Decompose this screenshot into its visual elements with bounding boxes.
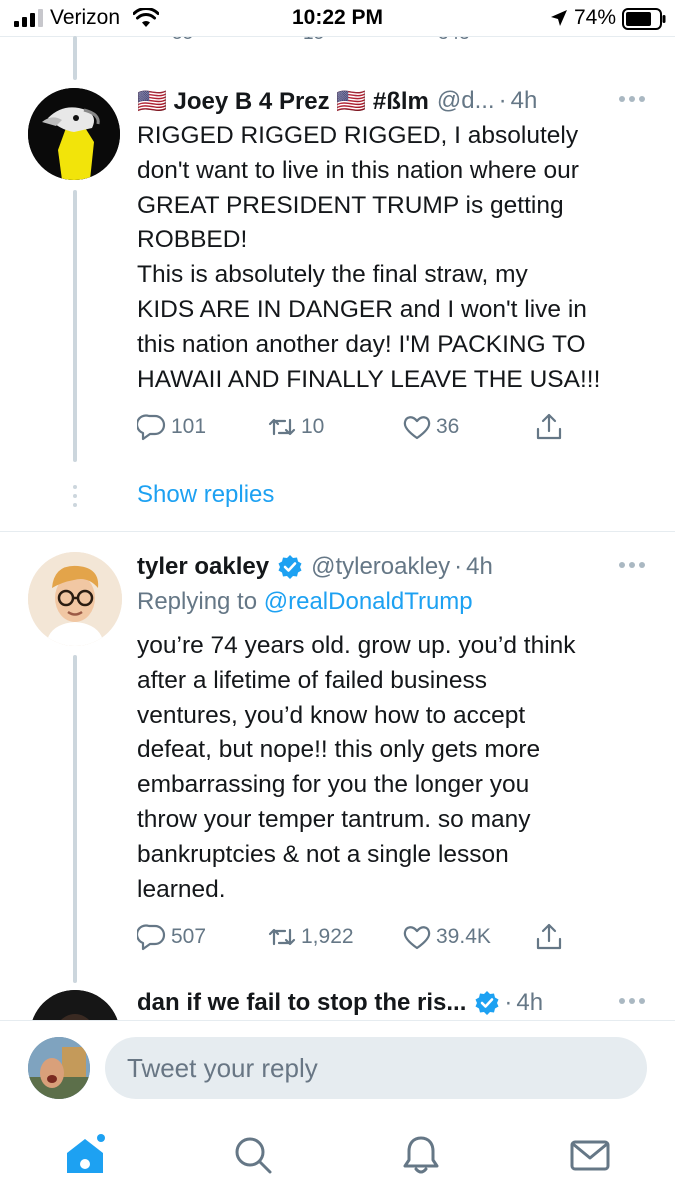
avatar-image bbox=[28, 88, 120, 180]
reply-input-placeholder: Tweet your reply bbox=[127, 1053, 318, 1083]
thread-line-2 bbox=[73, 655, 77, 983]
previous-like-count: 343 bbox=[438, 37, 470, 45]
reply-count: 507 bbox=[171, 925, 207, 948]
avatar[interactable] bbox=[28, 88, 120, 180]
separator-dot: · bbox=[454, 553, 463, 580]
timestamp[interactable]: 4h bbox=[516, 989, 543, 1017]
thread-line-top bbox=[73, 36, 77, 80]
retweet-icon bbox=[268, 928, 296, 946]
timestamp[interactable]: 4h bbox=[511, 87, 538, 115]
tweet-text-line: RIGGED RIGGED RIGGED, I absolutely bbox=[137, 122, 579, 149]
like-button[interactable]: 36 bbox=[402, 410, 459, 444]
tweet-text-line: this nation another day! I'M PACKING TO bbox=[137, 330, 586, 358]
username[interactable]: @d... bbox=[437, 87, 495, 115]
retweet-button[interactable]: 1,922 bbox=[267, 920, 354, 954]
battery-icon bbox=[622, 8, 666, 30]
separator-dot: · bbox=[498, 87, 507, 114]
status-bar: Verizon 10:22 PM 74% bbox=[0, 0, 675, 36]
heart-icon bbox=[403, 926, 431, 950]
tweet-text-line: you’re 74 years old. grow up. you’d thin… bbox=[137, 632, 576, 659]
replying-to-handle[interactable]: @realDonaldTrump bbox=[264, 588, 473, 615]
search-icon[interactable] bbox=[231, 1133, 275, 1177]
share-icon bbox=[536, 413, 562, 440]
share-button[interactable] bbox=[534, 410, 564, 444]
tweet-text-line: KIDS ARE IN DANGER and I won't live in bbox=[137, 295, 587, 323]
previous-tweet-actions: 55 15 343 bbox=[0, 36, 675, 46]
separator-dot: · bbox=[504, 989, 513, 1016]
notifications-icon[interactable] bbox=[399, 1133, 443, 1177]
my-avatar[interactable] bbox=[28, 1037, 90, 1099]
share-button[interactable] bbox=[534, 920, 564, 954]
tweet-text-line: GREAT PRESIDENT TRUMP is getting bbox=[137, 191, 564, 219]
tweet-text-line: HAWAII AND FINALLY LEAVE THE USA!!! bbox=[137, 365, 601, 393]
tweet-text-line: ROBBED! bbox=[137, 226, 248, 254]
reply-composer: Tweet your reply bbox=[0, 1020, 675, 1115]
show-replies-link[interactable]: Show replies bbox=[137, 481, 274, 509]
tweet-text-line: don't want to live in this nation where … bbox=[137, 156, 579, 184]
thread-continuation-dots bbox=[73, 485, 77, 507]
reply-input[interactable]: Tweet your reply bbox=[105, 1037, 647, 1099]
display-name[interactable]: dan if we fail to stop the ris... bbox=[137, 989, 466, 1017]
previous-reply-count: 55 bbox=[172, 37, 193, 45]
tweet-text-line: embarrassing for you the longer you bbox=[137, 771, 530, 799]
timestamp[interactable]: 4h bbox=[466, 553, 493, 581]
tweet-header: 🇺🇸 Joey B 4 Prez 🇺🇸 #ßlm @d... · 4h bbox=[137, 84, 647, 118]
more-icon[interactable] bbox=[617, 558, 647, 572]
thread-line-1 bbox=[73, 190, 77, 462]
tweet-text-line: throw your temper tantrum. so many bbox=[137, 805, 531, 833]
messages-icon[interactable] bbox=[568, 1133, 612, 1177]
tweet-text: RIGGED RIGGED RIGGED, I absolutely don't… bbox=[137, 119, 657, 397]
reply-count: 101 bbox=[171, 415, 207, 438]
retweet-button[interactable]: 10 bbox=[267, 410, 324, 444]
tweet-actions: 101 10 36 bbox=[137, 410, 577, 444]
tweet-header: tyler oakley @tyleroakley · 4h bbox=[137, 550, 647, 584]
home-icon[interactable] bbox=[63, 1133, 107, 1177]
tweet-text-line: after a lifetime of failed business bbox=[137, 666, 487, 694]
display-name[interactable]: 🇺🇸 Joey B 4 Prez 🇺🇸 #ßlm bbox=[137, 87, 429, 116]
like-button[interactable]: 39.4K bbox=[402, 920, 491, 954]
like-count: 36 bbox=[436, 415, 460, 438]
reply-icon bbox=[137, 924, 166, 951]
replying-to: Replying to @realDonaldTrump bbox=[137, 588, 473, 616]
location-arrow-icon bbox=[551, 10, 567, 26]
avatar-image bbox=[28, 552, 122, 646]
retweet-count: 10 bbox=[301, 415, 325, 438]
tweet-text-line: This is absolutely the final straw, my bbox=[137, 261, 528, 289]
tab-bar bbox=[0, 1115, 675, 1200]
battery-percent: 74% bbox=[574, 6, 617, 29]
tweet-header: dan if we fail to stop the ris... · 4h bbox=[137, 986, 647, 1020]
reply-button[interactable]: 101 bbox=[137, 410, 206, 444]
more-icon[interactable] bbox=[617, 92, 647, 106]
retweet-count: 1,922 bbox=[301, 925, 354, 948]
tweet-text: you’re 74 years old. grow up. you’d thin… bbox=[137, 629, 657, 907]
more-icon[interactable] bbox=[617, 994, 647, 1008]
like-count: 39.4K bbox=[436, 925, 491, 948]
heart-icon bbox=[403, 416, 431, 440]
tweet-text-line: learned. bbox=[137, 875, 226, 903]
verified-badge-icon bbox=[475, 991, 499, 1015]
reply-icon bbox=[137, 414, 166, 441]
share-icon bbox=[536, 923, 562, 950]
tweet-text-line: ventures, you’d know how to accept bbox=[137, 701, 526, 729]
tweet-text-line: defeat, but nope!! this only gets more bbox=[137, 736, 541, 764]
display-name[interactable]: tyler oakley bbox=[137, 553, 269, 581]
username[interactable]: @tyleroakley bbox=[311, 553, 450, 581]
tweet-actions: 507 1,922 39.4K bbox=[137, 920, 577, 954]
reply-button[interactable]: 507 bbox=[137, 920, 206, 954]
previous-retweet-count: 15 bbox=[303, 37, 324, 45]
replying-to-label: Replying to bbox=[137, 588, 258, 615]
verified-badge-icon bbox=[278, 555, 302, 579]
divider bbox=[0, 531, 675, 532]
tweet-text-line: bankruptcies & not a single lesson bbox=[137, 840, 509, 868]
avatar-image bbox=[28, 1037, 90, 1099]
retweet-icon bbox=[268, 418, 296, 436]
avatar[interactable] bbox=[28, 552, 122, 646]
